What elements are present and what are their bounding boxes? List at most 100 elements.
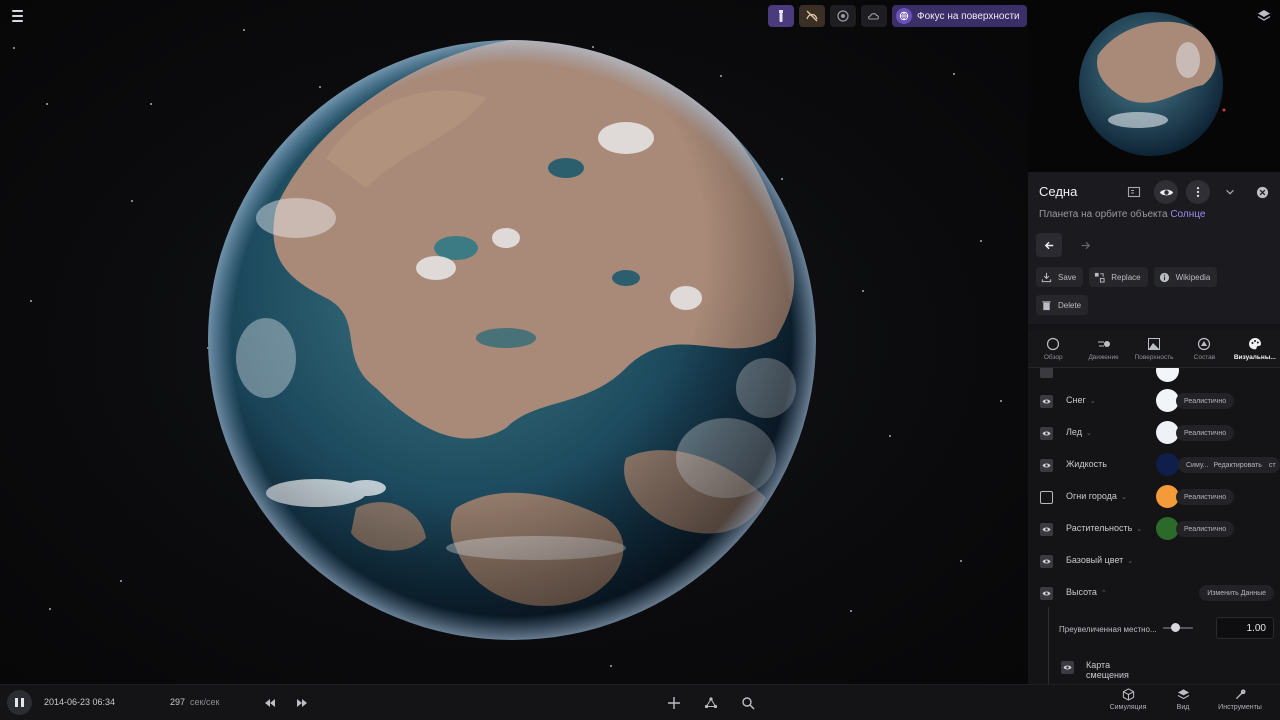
tab-label: Состав: [1193, 353, 1216, 361]
tab-motion[interactable]: Движение: [1078, 330, 1128, 367]
eye-toggle[interactable]: [1040, 395, 1053, 408]
simulation-date[interactable]: 2014-06-23 06:34: [44, 697, 115, 707]
save-button[interactable]: Save: [1036, 267, 1084, 287]
flashlight-icon: [779, 10, 783, 22]
eye-toggle[interactable]: [1040, 587, 1053, 600]
property-label[interactable]: Огни города ⌄: [1066, 491, 1127, 501]
info-icon: [1159, 272, 1169, 282]
header-actions: [1122, 180, 1274, 204]
flashlight-toggle[interactable]: [768, 5, 794, 27]
eye-toggle[interactable]: [1040, 491, 1053, 504]
mode-pill[interactable]: Реалистично: [1176, 489, 1235, 505]
property-row-snow: Снег ⌄ Реалистично: [1028, 388, 1280, 414]
property-label[interactable]: Жидкость: [1066, 459, 1107, 469]
atmosphere-toggle[interactable]: [861, 5, 887, 27]
displacement-map-label[interactable]: Карта смещения: [1086, 660, 1129, 680]
slower-button[interactable]: [261, 694, 279, 712]
exaggeration-label: Преувеличенная местно...: [1059, 625, 1157, 634]
tool-label: Симуляция: [1109, 704, 1147, 711]
orbit-hidden-icon: [806, 10, 818, 22]
delete-button[interactable]: Delete: [1036, 295, 1089, 315]
property-row-partial: [1028, 368, 1280, 384]
focus-surface-label: Фокус на поверхности: [917, 10, 1020, 22]
object-subtitle: Планета на орбите объекта Солнце: [1039, 209, 1205, 220]
time-speed-value[interactable]: 297: [170, 697, 185, 707]
network-button[interactable]: [702, 694, 720, 712]
tab-visual[interactable]: Визуальны...: [1230, 330, 1280, 367]
star: [980, 240, 982, 242]
mode-pill[interactable]: Реалистично: [1176, 521, 1235, 537]
mode-text: Симу...: [1186, 461, 1209, 469]
star: [13, 47, 15, 49]
eye-toggle[interactable]: [1061, 661, 1074, 674]
top-toolbar: Фокус на поверхности: [768, 5, 1027, 27]
circle-icon: [1047, 337, 1060, 350]
edit-data-button[interactable]: Изменить Данные: [1199, 585, 1274, 601]
tab-surface[interactable]: Поверхность: [1129, 330, 1179, 367]
slider-thumb[interactable]: [1171, 623, 1180, 632]
layers-icon[interactable]: [1256, 8, 1272, 24]
eye-toggle[interactable]: [1040, 459, 1053, 472]
planet-globe[interactable]: [206, 38, 818, 642]
orbit-lines-toggle[interactable]: [799, 5, 825, 27]
mode-pill[interactable]: Реалистично: [1176, 425, 1235, 441]
view-tool[interactable]: Вид: [1158, 688, 1208, 718]
object-actions: Save Replace Wikipedia: [1036, 267, 1276, 287]
tab-label: Движение: [1088, 353, 1119, 361]
mode-pill[interactable]: Симу... Редактировать ст: [1178, 457, 1280, 473]
star: [1000, 400, 1002, 402]
star: [960, 560, 962, 562]
wrench-icon: [1235, 689, 1245, 700]
eye-toggle[interactable]: [1040, 368, 1053, 378]
eye-toggle[interactable]: [1040, 555, 1053, 568]
info-card-button[interactable]: [1122, 180, 1146, 204]
add-object-button[interactable]: [665, 694, 683, 712]
forward-button[interactable]: [1072, 233, 1098, 257]
close-button[interactable]: [1250, 180, 1274, 204]
pause-button[interactable]: [7, 690, 32, 715]
star: [150, 103, 152, 105]
color-swatch[interactable]: [1156, 368, 1179, 382]
space-viewport[interactable]: Фокус на поверхности: [0, 0, 1028, 684]
search-button[interactable]: [739, 694, 757, 712]
replace-icon: [1095, 272, 1105, 283]
eye-icon: [1042, 559, 1051, 564]
edit-text: Редактировать: [1213, 461, 1262, 469]
wikipedia-button[interactable]: Wikipedia: [1153, 267, 1218, 287]
tab-overview[interactable]: Обзор: [1028, 330, 1078, 367]
property-label[interactable]: Лед ⌄: [1066, 427, 1092, 437]
instruments-tool[interactable]: Инструменты: [1215, 688, 1265, 718]
focus-surface-button[interactable]: Фокус на поверхности: [892, 5, 1027, 27]
main-menu-button[interactable]: [6, 6, 28, 26]
mode-pill[interactable]: Реалистично: [1176, 393, 1235, 409]
object-preview[interactable]: [1028, 0, 1280, 172]
arrow-right-icon: [1081, 241, 1090, 249]
parent-object-link[interactable]: Солнце: [1170, 209, 1205, 220]
fast-forward-icon: [297, 699, 307, 707]
star: [850, 610, 852, 612]
exaggeration-value-input[interactable]: 1.00: [1216, 617, 1274, 639]
replace-button[interactable]: Replace: [1089, 267, 1148, 287]
property-row-vegetation: Растительность ⌄ Реалистично: [1028, 516, 1280, 542]
object-name: Седна: [1039, 184, 1078, 199]
simulation-tool[interactable]: Симуляция: [1103, 688, 1153, 718]
back-button[interactable]: [1036, 233, 1062, 257]
save-label: Save: [1058, 272, 1077, 282]
visibility-button[interactable]: [1154, 180, 1178, 204]
eye-toggle[interactable]: [1040, 523, 1053, 536]
property-label[interactable]: Снег ⌄: [1066, 395, 1096, 405]
gravity-toggle[interactable]: [830, 5, 856, 27]
faster-button[interactable]: [293, 694, 311, 712]
tab-composition[interactable]: Состав: [1179, 330, 1229, 367]
more-options-button[interactable]: [1186, 180, 1210, 204]
eye-icon: [1042, 527, 1051, 532]
exaggeration-slider[interactable]: [1163, 623, 1193, 632]
property-label[interactable]: Растительность ⌄: [1066, 523, 1142, 533]
eye-icon: [1042, 399, 1051, 404]
visual-properties: Снег ⌄ Реалистично Лед ⌄ Реалистично Жидко…: [1028, 368, 1280, 684]
color-swatch[interactable]: [1156, 453, 1179, 476]
property-label[interactable]: Базовый цвет ⌄: [1066, 555, 1133, 565]
property-label[interactable]: Высота ⌃: [1066, 587, 1107, 597]
eye-toggle[interactable]: [1040, 427, 1053, 440]
collapse-button[interactable]: [1218, 180, 1242, 204]
